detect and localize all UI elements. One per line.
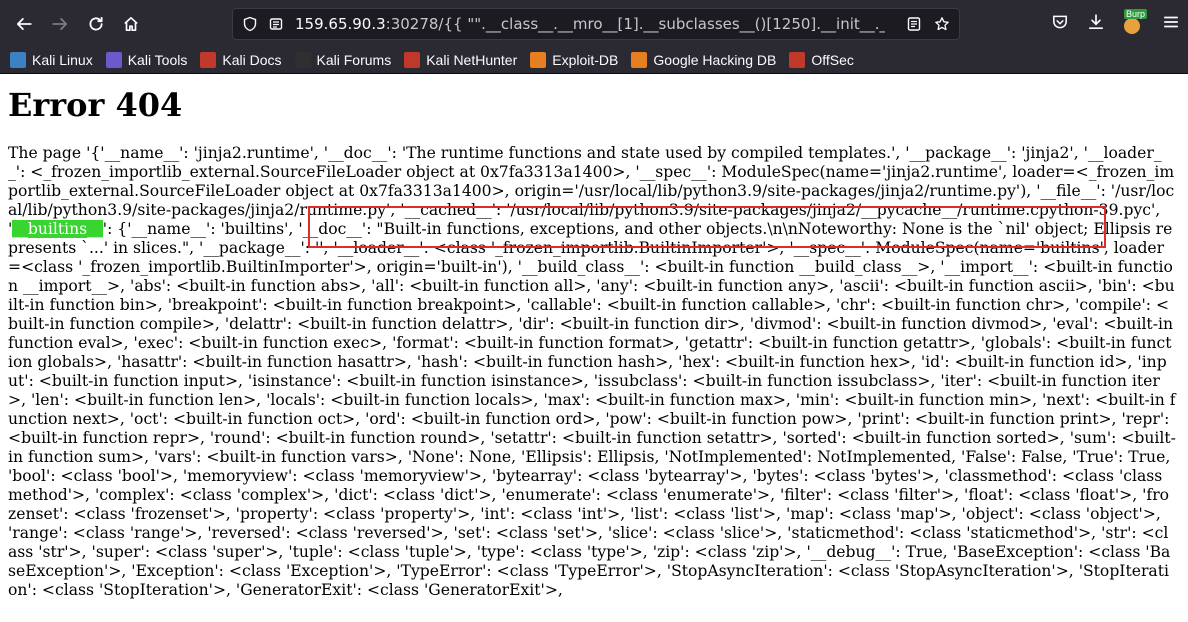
bookmark-item[interactable]: Kali Linux (10, 51, 93, 68)
home-button[interactable] (116, 9, 146, 39)
bookmark-label: Exploit-DB (552, 51, 619, 68)
bookmark-label: Kali Forums (316, 51, 392, 68)
reload-icon (89, 16, 103, 31)
bookmark-label: OffSec (811, 51, 854, 68)
menu-icon[interactable] (1162, 13, 1180, 35)
url-path: :30278/{{ "".__class__.__mro__[1].__subc… (385, 15, 885, 33)
bookmark-label: Kali Linux (32, 51, 93, 68)
home-icon (124, 16, 138, 32)
bookmark-item[interactable]: Google Hacking DB (631, 51, 777, 68)
bookmark-favicon-icon (294, 51, 311, 68)
bookmark-favicon-icon (404, 51, 421, 68)
bookmark-item[interactable]: Kali Forums (294, 51, 392, 68)
url-host: 159.65.90.3 (295, 15, 386, 33)
reload-button[interactable] (81, 9, 111, 39)
error-message: The page '{'__name__': 'jinja2.runtime',… (8, 144, 1176, 600)
download-icon[interactable] (1087, 13, 1105, 35)
bookmark-label: Kali NetHunter (426, 51, 518, 68)
bookmarks-toolbar: Kali Linux Kali Tools Kali Docs Kali Forums… (0, 46, 1188, 74)
bookmark-item[interactable]: OffSec (789, 51, 854, 68)
reader-view-icon[interactable] (905, 15, 923, 33)
page-content: Error 404 The page '{'__name__': 'jinja2… (0, 75, 1188, 622)
url-text[interactable]: 159.65.90.3:30278/{{ "".__class__.__mro_… (295, 15, 885, 33)
pocket-icon[interactable] (1051, 13, 1069, 35)
page-info-icon[interactable] (267, 15, 285, 33)
dump-text-after: ': {'__name__': 'builtins', '__doc__': "… (8, 220, 1176, 599)
bookmark-star-icon[interactable] (933, 15, 951, 33)
bookmark-favicon-icon (105, 51, 122, 68)
burp-badge: Burp (1124, 9, 1148, 19)
bookmark-item[interactable]: Exploit-DB (530, 51, 619, 68)
page-title: Error 404 (8, 86, 183, 124)
bookmark-favicon-icon (200, 51, 217, 68)
bookmark-favicon-icon (631, 51, 648, 68)
bookmark-label: Kali Tools (127, 51, 188, 68)
url-bar[interactable]: 159.65.90.3:30278/{{ "".__class__.__mro_… (232, 8, 960, 40)
forward-button[interactable] (45, 9, 75, 39)
bookmark-favicon-icon (530, 51, 547, 68)
bookmark-favicon-icon (10, 51, 26, 68)
bookmark-label: Kali Docs (222, 51, 282, 68)
arrow-right-icon (52, 18, 68, 30)
bookmark-favicon-icon (789, 51, 806, 68)
bookmark-item[interactable]: Kali Docs (200, 51, 282, 68)
shield-icon[interactable] (241, 15, 259, 33)
bookmark-item[interactable]: Kali Tools (105, 51, 188, 68)
arrow-left-icon (16, 18, 32, 30)
search-highlight: __builtins__ (12, 220, 103, 238)
back-button[interactable] (9, 9, 39, 39)
bookmark-item[interactable]: Kali NetHunter (404, 51, 518, 68)
burp-extension-icon[interactable] (1124, 18, 1140, 34)
browser-toolbar: 159.65.90.3:30278/{{ "".__class__.__mro_… (0, 0, 1188, 46)
bookmark-label: Google Hacking DB (653, 51, 777, 68)
